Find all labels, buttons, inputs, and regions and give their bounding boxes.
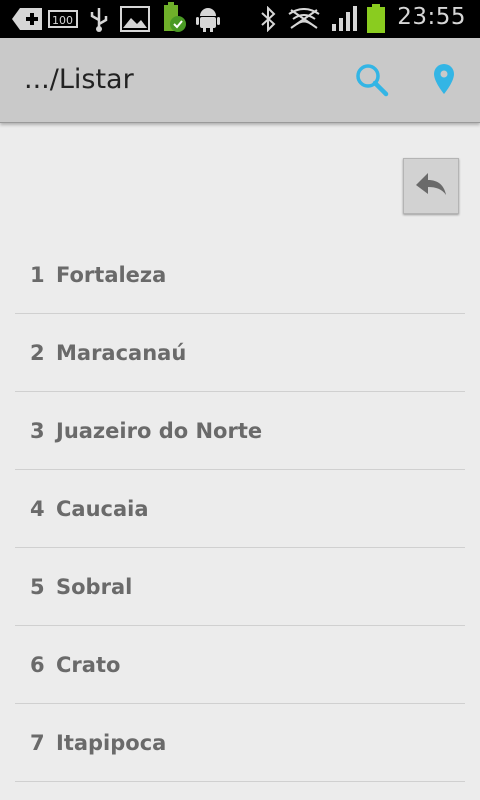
city-list: 1 Fortaleza 2 Maracanaú 3 Juazeiro do No…	[15, 236, 465, 782]
list-item[interactable]: 5 Sobral	[15, 548, 465, 626]
signal-icon	[332, 6, 357, 31]
gallery-icon	[120, 6, 150, 32]
list-item-label: Itapipoca	[56, 730, 167, 755]
battery-100-icon: 100	[48, 10, 78, 28]
list-item-number: 1	[30, 262, 45, 287]
list-item-label: Sobral	[56, 574, 133, 599]
svg-text:100: 100	[52, 14, 73, 27]
list-item-label: Maracanaú	[56, 340, 187, 365]
list-item-label: Fortaleza	[56, 262, 167, 287]
list-item[interactable]: 7 Itapipoca	[15, 704, 465, 782]
wifi-off-icon	[288, 8, 320, 29]
list-item-number: 6	[30, 652, 45, 677]
clock: 23:55	[397, 4, 466, 30]
search-button[interactable]	[350, 58, 394, 102]
back-button[interactable]	[403, 158, 459, 214]
page-title: .../Listar	[24, 64, 134, 95]
list-item[interactable]: 2 Maracanaú	[15, 314, 465, 392]
list-item-label: Caucaia	[56, 496, 149, 521]
list-item-number: 2	[30, 340, 45, 365]
list-item[interactable]: 3 Juazeiro do Norte	[15, 392, 465, 470]
location-button[interactable]	[422, 58, 466, 102]
bluetooth-icon	[261, 6, 276, 32]
android-icon	[196, 8, 220, 32]
list-item-number: 4	[30, 496, 45, 521]
list-item-number: 5	[30, 574, 45, 599]
reply-icon	[416, 173, 446, 195]
search-icon	[356, 64, 389, 97]
list-item-number: 7	[30, 730, 45, 755]
usb-icon	[90, 8, 108, 32]
battery-ok-icon	[164, 2, 186, 32]
action-bar: .../Listar	[0, 38, 480, 123]
list-item-number: 3	[30, 418, 45, 443]
battery-icon	[367, 4, 385, 33]
status-bar: 100 23:55	[0, 0, 480, 38]
location-pin-icon	[434, 64, 454, 94]
list-item[interactable]: 6 Crato	[15, 626, 465, 704]
add-notification-icon	[12, 8, 42, 30]
list-item-label: Crato	[56, 652, 121, 677]
list-item[interactable]: 1 Fortaleza	[15, 236, 465, 314]
list-item-label: Juazeiro do Norte	[56, 418, 263, 443]
list-item[interactable]: 4 Caucaia	[15, 470, 465, 548]
